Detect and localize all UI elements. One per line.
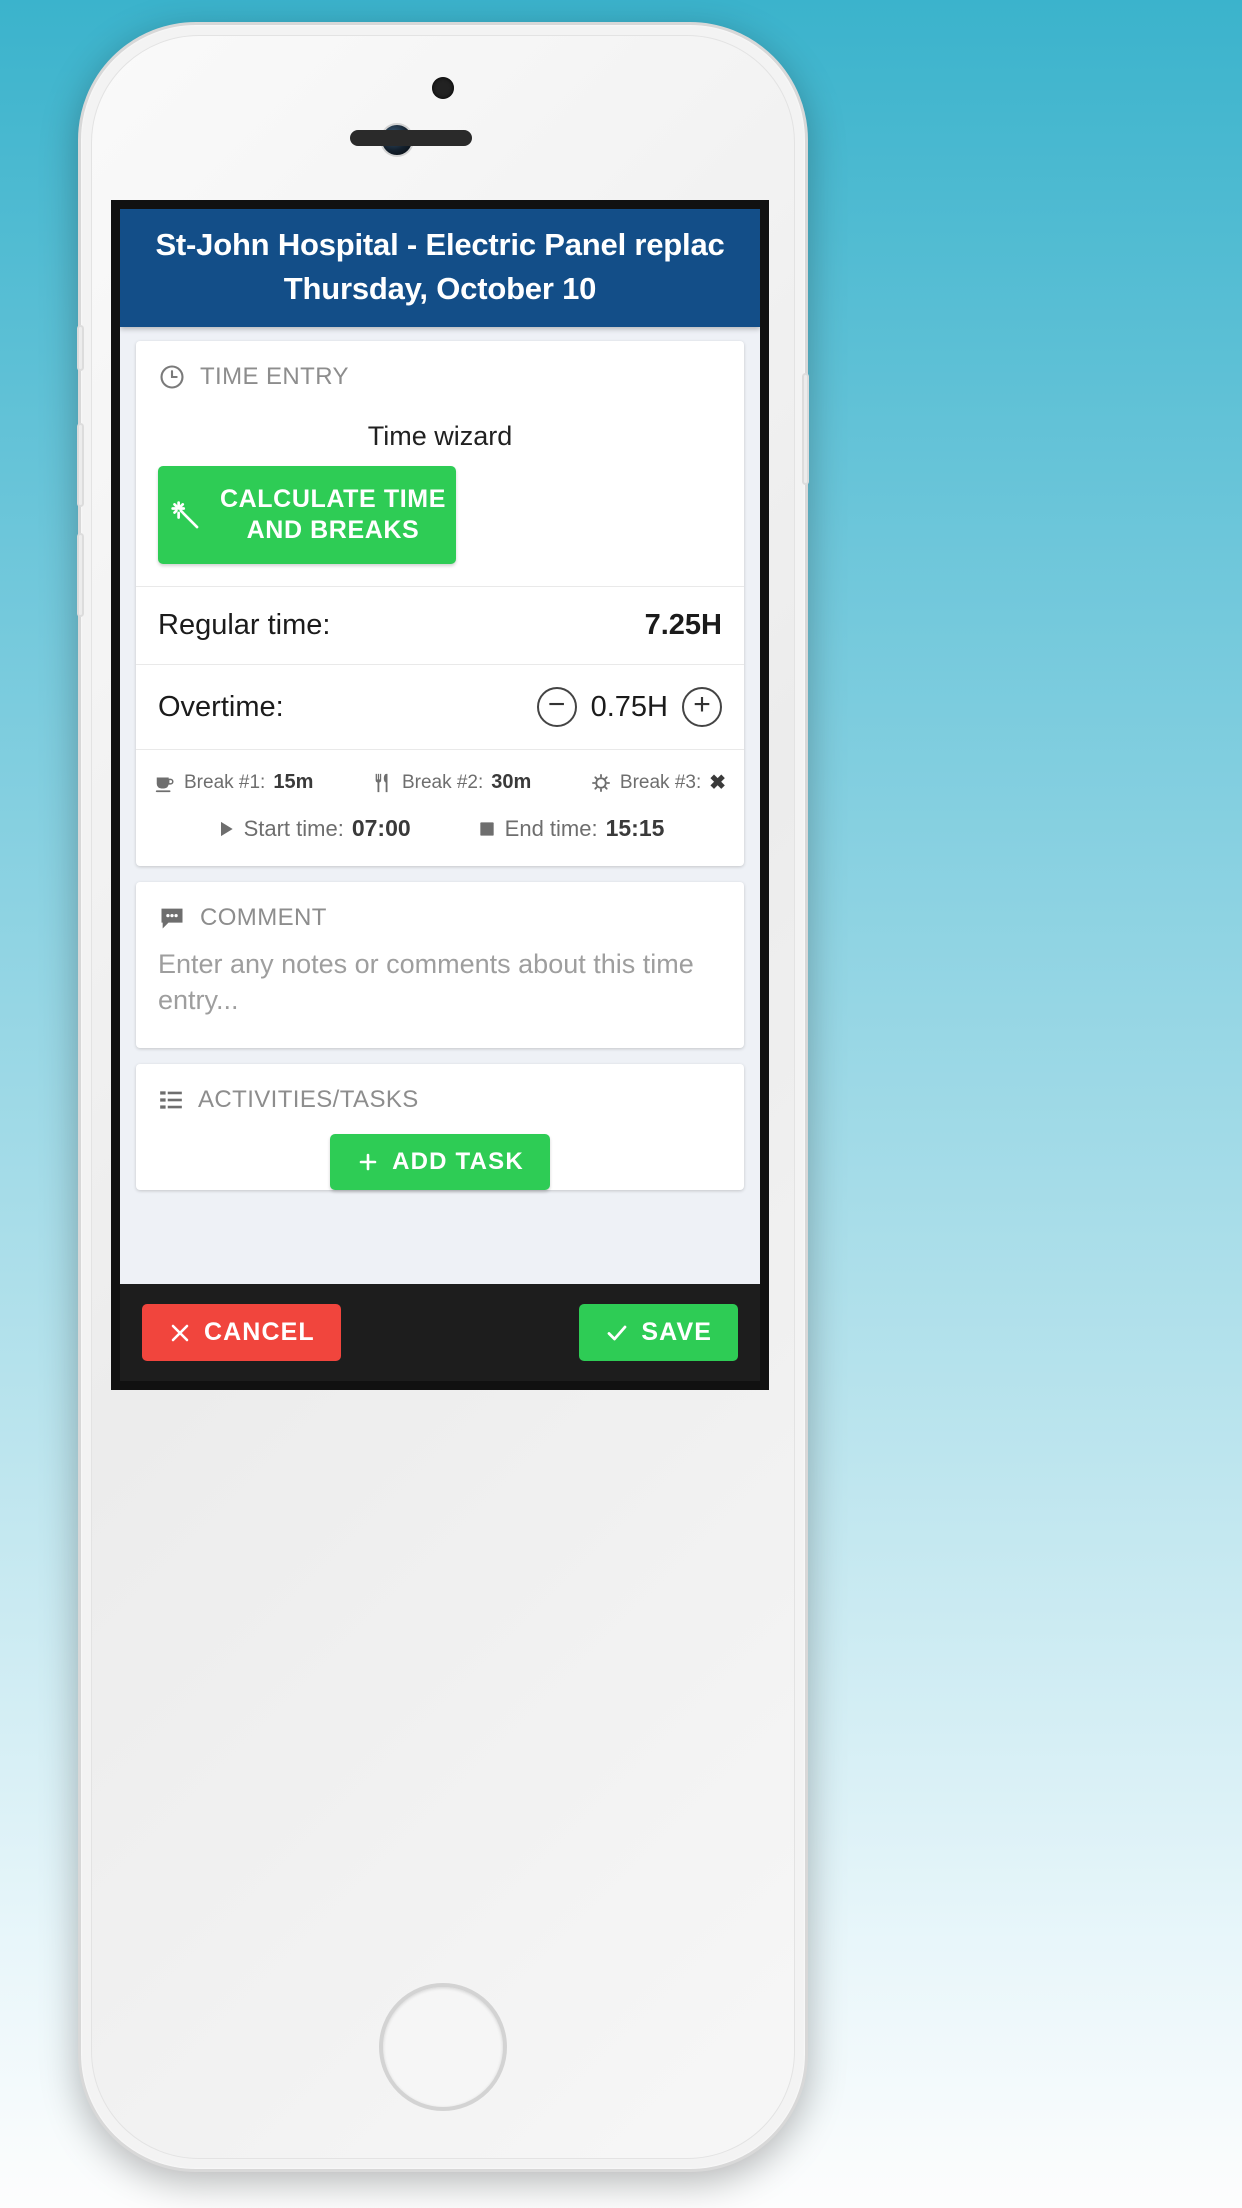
comment-label: COMMENT bbox=[200, 904, 327, 932]
app-viewport: St-John Hospital - Electric Panel replac… bbox=[120, 209, 760, 1381]
breaks-and-times-block: Break #1: 15m Break #2: 30m Break #3: ✖ … bbox=[136, 749, 744, 866]
time-entry-header: TIME ENTRY bbox=[136, 341, 744, 397]
start-time-value: 07:00 bbox=[351, 815, 411, 842]
calculate-button-label: CALCULATE TIME AND BREAKS bbox=[220, 484, 446, 546]
overtime-row: Overtime: − 0.75H + bbox=[136, 664, 744, 749]
power-button[interactable] bbox=[802, 373, 809, 485]
comment-header: COMMENT bbox=[136, 882, 744, 938]
start-end-times-row: Start time: 07:00 End time: 15:15 bbox=[154, 805, 726, 844]
time-wizard-label: Time wizard bbox=[367, 421, 513, 452]
end-time-label: End time: bbox=[504, 815, 598, 841]
end-time-value: 15:15 bbox=[605, 815, 665, 842]
break-3-value: ✖ bbox=[709, 772, 726, 795]
clock-icon bbox=[158, 363, 186, 391]
regular-time-row: Regular time: 7.25H bbox=[136, 586, 744, 664]
x-icon bbox=[168, 1321, 192, 1345]
overtime-label: Overtime: bbox=[158, 690, 284, 723]
app-header: St-John Hospital - Electric Panel replac… bbox=[120, 209, 760, 328]
coffee-cup-icon bbox=[154, 772, 176, 794]
app-scroll-body[interactable]: TIME ENTRY Time wizard CALCULATE TIME AN… bbox=[120, 327, 760, 1284]
save-button-label: SAVE bbox=[641, 1318, 712, 1346]
time-entry-label: TIME ENTRY bbox=[200, 363, 349, 391]
regular-time-value[interactable]: 7.25H bbox=[645, 609, 722, 642]
overtime-value: 0.75H bbox=[590, 690, 668, 723]
stop-square-icon bbox=[477, 819, 497, 839]
home-button[interactable] bbox=[379, 1983, 507, 2111]
break-1-label: Break #1: bbox=[184, 771, 266, 793]
volume-up-button[interactable] bbox=[77, 423, 84, 507]
break-3-chip[interactable]: Break #3: ✖ bbox=[590, 770, 726, 795]
start-time-chip[interactable]: Start time: 07:00 bbox=[216, 815, 411, 842]
cancel-button-label: CANCEL bbox=[204, 1318, 315, 1346]
play-triangle-icon bbox=[216, 819, 236, 839]
speech-bubble-icon bbox=[158, 904, 186, 932]
cancel-button[interactable]: CANCEL bbox=[142, 1304, 341, 1361]
break-3-label: Break #3: bbox=[619, 771, 702, 793]
time-entry-card: TIME ENTRY Time wizard CALCULATE TIME AN… bbox=[136, 341, 744, 867]
overtime-increment-button[interactable]: + bbox=[682, 687, 722, 728]
page-title: St-John Hospital - Electric Panel replac bbox=[155, 227, 725, 262]
break-2-value: 30m bbox=[491, 771, 532, 794]
check-icon bbox=[605, 1321, 629, 1345]
earpiece-speaker-icon bbox=[350, 130, 472, 146]
add-task-button[interactable]: ADD TASK bbox=[330, 1134, 550, 1191]
camera-icon bbox=[432, 77, 454, 99]
magic-wand-icon bbox=[168, 498, 202, 532]
break-2-chip[interactable]: Break #2: 30m bbox=[372, 771, 531, 794]
calculate-time-and-breaks-button[interactable]: CALCULATE TIME AND BREAKS bbox=[158, 466, 456, 565]
comment-card: COMMENT Enter any notes or comments abou… bbox=[136, 882, 744, 1049]
activities-label: ACTIVITIES/TASKS bbox=[198, 1086, 419, 1114]
calculate-button-label-line1: CALCULATE TIME bbox=[220, 485, 446, 514]
start-time-label: Start time: bbox=[243, 815, 344, 841]
activities-header: ACTIVITIES/TASKS bbox=[136, 1064, 744, 1120]
calculate-button-label-line2: AND BREAKS bbox=[246, 516, 420, 545]
save-button[interactable]: SAVE bbox=[579, 1304, 738, 1361]
regular-time-label: Regular time: bbox=[158, 609, 331, 642]
overtime-decrement-button[interactable]: − bbox=[536, 687, 577, 728]
break-1-chip[interactable]: Break #1: 15m bbox=[154, 771, 313, 794]
end-time-chip[interactable]: End time: 15:15 bbox=[477, 815, 665, 842]
page-subtitle-date: Thursday, October 10 bbox=[283, 271, 597, 307]
add-task-label: ADD TASK bbox=[392, 1148, 524, 1176]
break-1-value: 15m bbox=[273, 771, 314, 794]
comment-input[interactable]: Enter any notes or comments about this t… bbox=[136, 938, 744, 1048]
volume-down-button[interactable] bbox=[77, 533, 84, 617]
silent-switch-button[interactable] bbox=[77, 325, 84, 371]
breaks-row: Break #1: 15m Break #2: 30m Break #3: ✖ bbox=[154, 764, 726, 805]
plus-icon bbox=[356, 1150, 380, 1174]
list-icon bbox=[158, 1087, 184, 1113]
app-footer: CANCEL SAVE bbox=[120, 1284, 760, 1381]
phone-device-frame: St-John Hospital - Electric Panel replac… bbox=[77, 22, 809, 2172]
activities-card: ACTIVITIES/TASKS ADD TASK bbox=[136, 1064, 744, 1191]
break-2-label: Break #2: bbox=[401, 771, 484, 793]
overtime-stepper[interactable]: − 0.75H + bbox=[536, 687, 722, 728]
fork-knife-icon bbox=[372, 772, 394, 794]
gear-icon bbox=[590, 772, 612, 794]
phone-screen: St-John Hospital - Electric Panel replac… bbox=[111, 200, 769, 1390]
